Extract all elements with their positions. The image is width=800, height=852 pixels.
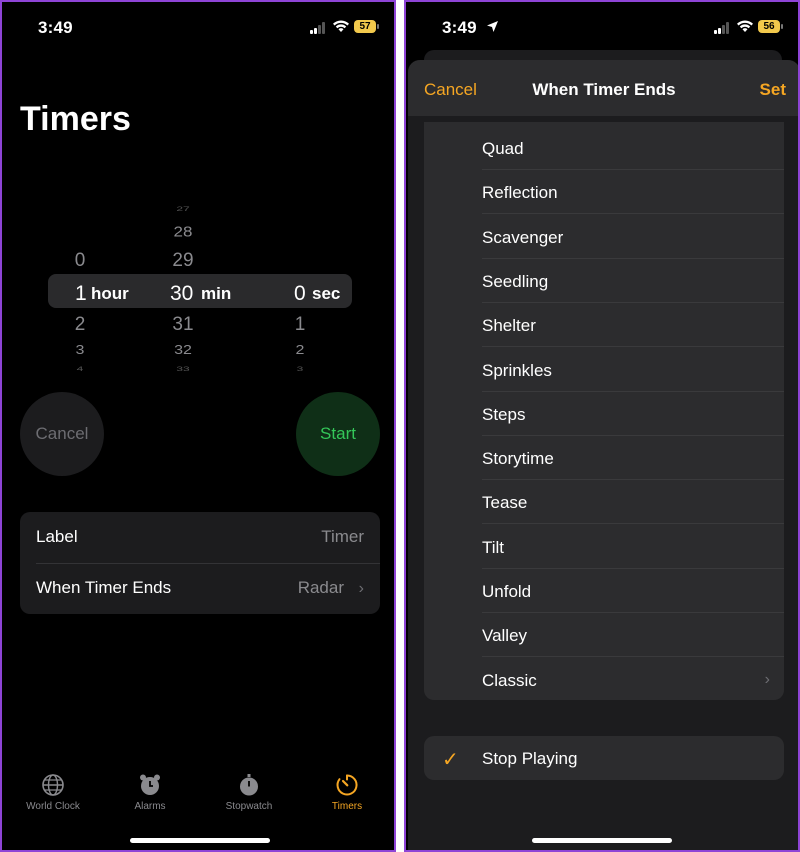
second-option[interactable]: 1 <box>290 314 310 336</box>
hour-option[interactable]: 3 <box>70 344 90 358</box>
cancel-button[interactable]: Cancel <box>20 392 104 476</box>
sound-option[interactable]: Quad <box>424 126 784 170</box>
status-bar: 3:49 56 <box>406 2 798 56</box>
stopwatch-icon <box>240 774 258 796</box>
tab-alarms[interactable]: Alarms <box>105 767 195 812</box>
tab-label: Stopwatch <box>225 801 273 812</box>
minute-option[interactable]: 31 <box>168 314 198 336</box>
nav-set-button[interactable]: Set <box>760 80 786 100</box>
cellular-signal-icon <box>714 22 732 34</box>
when-timer-ends-row[interactable]: When Timer Ends Radar › <box>20 563 380 614</box>
modal-sheet: Cancel When Timer Ends Set Quad Reflectio… <box>408 60 798 850</box>
second-option[interactable]: 3 <box>290 366 310 373</box>
when-timer-ends-screen: 3:49 56 Cancel When Timer Ends Set Quad R… <box>404 0 800 852</box>
sound-option-label: Reflection <box>482 183 558 203</box>
sound-option-label: Shelter <box>482 316 536 336</box>
sound-option-label: Tilt <box>482 537 505 557</box>
sound-option[interactable]: Storytime <box>424 436 784 481</box>
cellular-signal-icon <box>310 22 328 34</box>
sound-option-label: Seedling <box>482 271 549 291</box>
wifi-icon <box>737 20 753 32</box>
stop-playing-label: Stop Playing <box>482 749 578 768</box>
when-timer-ends-title: When Timer Ends <box>36 578 172 597</box>
minute-selected[interactable]: 30 <box>170 282 193 306</box>
minute-option[interactable]: 27 <box>168 206 198 213</box>
battery-indicator: 57 <box>354 20 379 33</box>
hour-selected[interactable]: 1 <box>75 282 87 306</box>
second-option[interactable]: 2 <box>290 344 310 358</box>
tab-label: Alarms <box>134 801 166 812</box>
status-time: 3:49 <box>442 18 477 37</box>
sound-option-label: Unfold <box>482 582 532 601</box>
checkmark-icon: ✓ <box>442 749 459 771</box>
tab-stopwatch[interactable]: Stopwatch <box>204 767 294 812</box>
sound-option-label: Scavenger <box>482 227 564 247</box>
minute-unit-label: min <box>201 284 232 303</box>
tab-timers[interactable]: Timers <box>302 767 392 812</box>
second-unit-label: sec <box>312 284 341 303</box>
sound-option[interactable]: Tease <box>424 480 784 525</box>
page-title: Timers <box>20 100 131 138</box>
chevron-right-icon: › <box>764 670 770 688</box>
nav-bar: Cancel When Timer Ends Set <box>408 60 798 116</box>
timer-settings-group: Label Timer When Timer Ends Radar › <box>20 512 380 614</box>
sound-option-label: Valley <box>482 626 528 646</box>
battery-indicator: 56 <box>758 20 783 33</box>
home-indicator[interactable] <box>130 838 270 843</box>
sound-list: Quad Reflection Scavenger Seedling Shelter Sp… <box>424 122 784 700</box>
start-button[interactable]: Start <box>296 392 380 476</box>
sound-option[interactable]: Sprinkles <box>424 348 784 392</box>
wifi-icon <box>333 20 349 32</box>
sound-option[interactable]: Reflection <box>424 170 784 215</box>
sound-option[interactable]: Classic › <box>424 658 784 700</box>
sound-option[interactable]: Steps <box>424 392 784 436</box>
sound-option[interactable]: Scavenger <box>424 215 784 259</box>
minute-option[interactable]: 29 <box>168 250 198 272</box>
status-bar: 3:49 57 <box>2 2 394 56</box>
hour-option[interactable]: 0 <box>70 250 90 272</box>
stop-playing-row[interactable]: ✓ Stop Playing <box>424 736 784 780</box>
when-timer-ends-value: Radar <box>297 578 344 597</box>
second-selected[interactable]: 0 <box>294 282 306 306</box>
sound-option[interactable]: Valley <box>424 613 784 658</box>
alarm-clock-icon <box>140 774 160 795</box>
globe-icon <box>42 774 64 796</box>
hour-option[interactable]: 2 <box>70 314 90 336</box>
sound-option[interactable]: Seedling <box>424 259 784 303</box>
nav-title: When Timer Ends <box>532 80 676 99</box>
sound-option-label: Sprinkles <box>482 360 552 380</box>
sound-option-label: Tease <box>482 493 528 513</box>
sound-option-label: Classic <box>482 670 537 690</box>
chevron-right-icon: › <box>358 580 364 597</box>
tab-world-clock[interactable]: World Clock <box>8 767 98 812</box>
label-row-title: Label <box>36 527 78 546</box>
hour-option[interactable]: 4 <box>70 366 90 373</box>
minute-option[interactable]: 28 <box>168 224 198 241</box>
hour-unit-label: hour <box>91 284 129 303</box>
location-arrow-icon <box>487 21 498 32</box>
sound-option-label: Quad <box>482 139 524 158</box>
timer-icon <box>336 774 358 796</box>
sound-option[interactable]: Tilt <box>424 525 784 569</box>
tab-bar: World Clock Alarms Stopwatch Timers <box>2 767 394 827</box>
sound-option-label: Storytime <box>482 449 554 469</box>
sound-option[interactable]: Unfold <box>424 569 784 613</box>
home-indicator[interactable] <box>532 838 672 843</box>
status-time: 3:49 <box>38 18 73 37</box>
sound-option[interactable]: Shelter <box>424 303 784 348</box>
sound-option-label: Steps <box>482 404 526 424</box>
label-row[interactable]: Label Timer <box>20 512 380 564</box>
minute-option[interactable]: 33 <box>168 366 198 373</box>
tab-label: World Clock <box>26 801 80 812</box>
timer-screen: 3:49 57 Timers 0 1 hour 2 3 4 27 28 29 3… <box>0 0 396 852</box>
tab-label: Timers <box>331 801 363 812</box>
label-row-value: Timer <box>321 527 364 546</box>
minute-option[interactable]: 32 <box>168 344 198 358</box>
